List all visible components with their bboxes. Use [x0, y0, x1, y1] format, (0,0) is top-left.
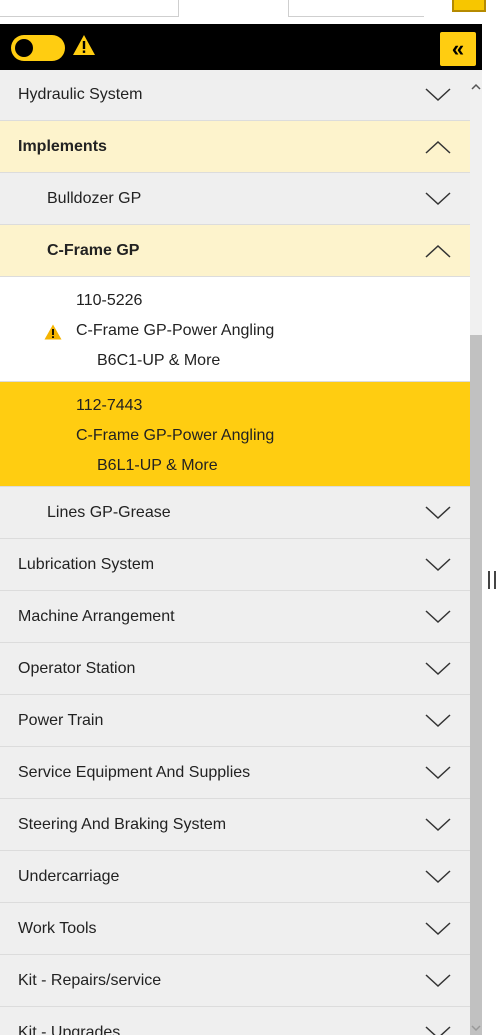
part-serial: B6C1-UP & More	[97, 352, 221, 369]
part-name: C-Frame GP-Power Angling	[76, 427, 275, 444]
tree-item-service-equipment[interactable]: Service Equipment And Supplies	[0, 747, 482, 799]
chevron-down-icon[interactable]	[418, 817, 458, 832]
tree-item-c-frame-gp[interactable]: C-Frame GP	[0, 225, 482, 277]
tree-item-power-train[interactable]: Power Train	[0, 695, 482, 747]
toggle-switch-icon[interactable]	[11, 35, 65, 61]
chevron-down-icon[interactable]	[418, 661, 458, 676]
chevron-up-icon[interactable]	[418, 140, 458, 154]
chevron-down-icon[interactable]	[418, 713, 458, 728]
chevron-down-icon[interactable]	[418, 921, 458, 936]
chevron-down-icon[interactable]	[418, 88, 458, 102]
tree-item-operator-station[interactable]: Operator Station	[0, 643, 482, 695]
tree-item-label: Steering And Braking System	[18, 815, 227, 833]
resize-grip-line	[494, 571, 496, 589]
part-item-112-7443[interactable]: 112-7443 C-Frame GP-Power Angling B6L1-U…	[0, 382, 482, 487]
chevron-down-icon[interactable]	[418, 609, 458, 624]
tree-item-label: Undercarriage	[18, 867, 120, 885]
tree-item-label: C-Frame GP	[47, 241, 140, 259]
tab-left[interactable]	[0, 0, 179, 17]
chevron-down-icon[interactable]	[418, 765, 458, 780]
tree-item-kit-repairs[interactable]: Kit - Repairs/service	[0, 955, 482, 1007]
chevron-down-icon[interactable]	[418, 191, 458, 206]
resize-handle-icon[interactable]	[488, 571, 496, 589]
scroll-up-arrow-icon[interactable]	[470, 80, 482, 94]
part-name: C-Frame GP-Power Angling	[76, 322, 275, 339]
tree-item-label: Lines GP-Grease	[47, 503, 171, 521]
tree-item-label: Operator Station	[18, 659, 136, 677]
tab-middle[interactable]	[288, 0, 424, 17]
tree-item-label: Power Train	[18, 711, 104, 729]
scrollbar-thumb[interactable]	[470, 335, 482, 1035]
tree-item-bulldozer-gp[interactable]: Bulldozer GP	[0, 173, 482, 225]
resize-grip-line	[488, 571, 490, 589]
chevron-down-icon[interactable]	[418, 557, 458, 572]
tree-item-undercarriage[interactable]: Undercarriage	[0, 851, 482, 903]
tree-item-label: Work Tools	[18, 919, 97, 937]
part-number: 110-5226	[76, 292, 143, 309]
part-number: 112-7443	[76, 397, 143, 414]
warning-icon	[44, 324, 62, 345]
tree-item-machine-arrangement[interactable]: Machine Arrangement	[0, 591, 482, 643]
chevron-down-icon[interactable]	[418, 1025, 458, 1035]
tree-item-label: Kit - Upgrades	[18, 1023, 121, 1035]
tree-item-label: Bulldozer GP	[47, 189, 142, 207]
tree-item-label: Kit - Repairs/service	[18, 971, 162, 989]
tree-item-label: Machine Arrangement	[18, 607, 175, 625]
collapse-panel-button[interactable]: «	[440, 32, 476, 66]
tree-item-hydraulic-system[interactable]: Hydraulic System	[0, 70, 482, 121]
tree-item-label: Lubrication System	[18, 555, 155, 573]
part-serial: B6L1-UP & More	[97, 457, 218, 474]
category-tree: Hydraulic System Implements Bulldozer GP…	[0, 70, 482, 1035]
tree-item-work-tools[interactable]: Work Tools	[0, 903, 482, 955]
part-item-110-5226[interactable]: 110-5226 C-Frame GP-Power Angling B6C1-U…	[0, 277, 482, 382]
warning-icon	[72, 34, 96, 61]
tree-item-label: Hydraulic System	[18, 86, 143, 103]
tree-item-label: Service Equipment And Supplies	[18, 763, 251, 781]
tree-item-label: Implements	[18, 137, 107, 155]
chevron-down-icon[interactable]	[418, 973, 458, 988]
scroll-down-arrow-icon[interactable]	[470, 1021, 482, 1035]
tab-right-highlight[interactable]	[452, 0, 486, 12]
tree-item-kit-upgrades[interactable]: Kit - Upgrades	[0, 1007, 482, 1035]
tree-item-lines-gp-grease[interactable]: Lines GP-Grease	[0, 487, 482, 539]
chevron-down-icon[interactable]	[418, 505, 458, 520]
tree-item-steering-braking[interactable]: Steering And Braking System	[0, 799, 482, 851]
toggle-knob	[15, 39, 33, 57]
chevron-down-icon[interactable]	[418, 869, 458, 884]
tree-item-implements[interactable]: Implements	[0, 121, 482, 173]
chevron-up-icon[interactable]	[418, 244, 458, 258]
browser-tab-strip	[0, 0, 500, 24]
tree-item-lubrication-system[interactable]: Lubrication System	[0, 539, 482, 591]
